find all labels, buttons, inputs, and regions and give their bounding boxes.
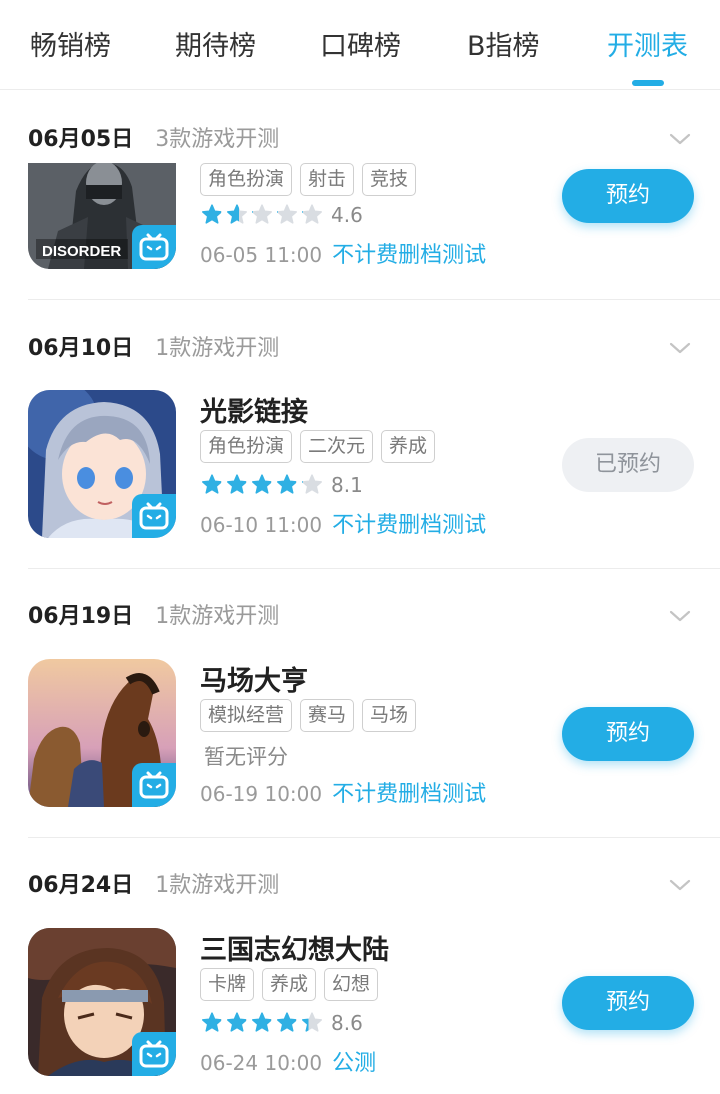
bilibili-badge xyxy=(132,225,176,269)
star-icon xyxy=(202,1012,222,1032)
bilibili-tv-icon xyxy=(139,233,169,261)
section-header: 06月24日 1款游戏开测 xyxy=(28,863,279,903)
test-info: 06-10 11:00 不计费删档测试 xyxy=(200,507,486,539)
game-tag: 养成 xyxy=(381,430,436,463)
bilibili-tv-icon xyxy=(139,771,169,799)
test-type: 不计费删档测试 xyxy=(332,513,487,538)
bilibili-badge xyxy=(132,763,176,807)
game-tag: 角色扮演 xyxy=(200,163,293,196)
star-icon xyxy=(202,474,222,494)
game-tags: 卡牌 养成 幻想 xyxy=(200,968,379,1001)
game-name[interactable]: 三国志幻想大陆 xyxy=(200,928,389,967)
game-tags: 角色扮演 二次元 养成 xyxy=(200,430,436,463)
star-rating: 8.6 xyxy=(200,1011,363,1035)
star-icon xyxy=(277,204,297,224)
star-rating: 4.6 xyxy=(200,203,363,227)
star-icon xyxy=(202,204,222,224)
star-icon xyxy=(277,474,297,494)
divider xyxy=(28,568,720,569)
bilibili-tv-icon xyxy=(139,1040,169,1068)
game-tag: 赛马 xyxy=(300,699,355,732)
section-header: 06月10日 1款游戏开测 xyxy=(28,326,279,366)
rating-score: 8.1 xyxy=(331,473,363,497)
active-tab-indicator xyxy=(632,80,664,86)
game-tag: 竞技 xyxy=(362,163,417,196)
bilibili-badge xyxy=(132,1032,176,1076)
game-tags: 模拟经营 赛马 马场 xyxy=(200,699,417,732)
tab-reputation[interactable]: 口碑榜 xyxy=(320,24,401,63)
bilibili-badge xyxy=(132,494,176,538)
star-icon xyxy=(227,474,247,494)
test-schedule-list[interactable]: 06月05日 3款游戏开测 DISORDER 角色扮演 射击 竞技 4.6 06… xyxy=(0,91,720,1094)
section-date: 06月24日 xyxy=(28,873,134,898)
chevron-down-icon[interactable] xyxy=(668,873,692,897)
section-date: 06月05日 xyxy=(28,127,134,152)
divider xyxy=(28,837,720,838)
warrior-game-icon xyxy=(28,928,176,1076)
game-name[interactable]: 马场大亨 xyxy=(200,659,308,698)
icon-logo-text: DISORDER xyxy=(42,243,122,260)
test-time: 06-10 11:00 xyxy=(200,513,323,537)
tab-b-index[interactable]: B指榜 xyxy=(467,24,540,63)
game-tag: 马场 xyxy=(362,699,417,732)
test-time: 06-19 10:00 xyxy=(200,782,323,806)
chevron-down-icon[interactable] xyxy=(668,336,692,360)
tab-test-schedule[interactable]: 开测表 xyxy=(607,24,688,63)
section-game-count: 1款游戏开测 xyxy=(155,873,280,898)
reserve-button[interactable]: 预约 xyxy=(562,169,694,223)
game-name[interactable]: 光影链接 xyxy=(200,390,308,429)
game-tag: 角色扮演 xyxy=(200,430,293,463)
star-icon xyxy=(302,204,322,224)
test-time: 06-05 11:00 xyxy=(200,243,323,267)
no-rating-text: 暂无评分 xyxy=(204,745,288,769)
star-rating: 8.1 xyxy=(200,473,363,497)
game-tag: 幻想 xyxy=(324,968,379,1001)
tab-bestseller[interactable]: 畅销榜 xyxy=(30,24,111,63)
star-icon xyxy=(302,1012,322,1032)
reserve-button[interactable]: 预约 xyxy=(562,976,694,1030)
game-tags: 角色扮演 射击 竞技 xyxy=(200,163,417,196)
star-icon xyxy=(227,204,247,224)
section-game-count: 1款游戏开测 xyxy=(155,336,280,361)
test-info: 06-05 11:00 不计费删档测试 xyxy=(200,237,486,269)
star-icon xyxy=(227,1012,247,1032)
chevron-down-icon[interactable] xyxy=(668,127,692,151)
game-tag: 卡牌 xyxy=(200,968,255,1001)
rating-score: 8.6 xyxy=(331,1011,363,1035)
tab-anticipated[interactable]: 期待榜 xyxy=(175,24,256,63)
test-time: 06-24 10:00 xyxy=(200,1051,323,1075)
test-info: 06-19 10:00 不计费删档测试 xyxy=(200,776,486,808)
star-icon xyxy=(302,474,322,494)
game-tag: 模拟经营 xyxy=(200,699,293,732)
bilibili-tv-icon xyxy=(139,502,169,530)
star-icon xyxy=(252,204,272,224)
reserved-button[interactable]: 已预约 xyxy=(562,438,694,492)
game-tag: 二次元 xyxy=(300,430,374,463)
game-tag: 养成 xyxy=(262,968,317,1001)
test-type: 公测 xyxy=(332,1051,377,1076)
test-type: 不计费删档测试 xyxy=(332,782,487,807)
section-date: 06月10日 xyxy=(28,336,134,361)
test-info: 06-24 10:00 公测 xyxy=(200,1045,376,1077)
star-icon xyxy=(252,1012,272,1032)
game-tag: 射击 xyxy=(300,163,355,196)
tab-bar: 畅销榜 期待榜 口碑榜 B指榜 开测表 xyxy=(0,0,720,90)
star-icon xyxy=(252,474,272,494)
section-date: 06月19日 xyxy=(28,604,134,629)
section-header: 06月05日 3款游戏开测 xyxy=(28,117,279,157)
horse-game-icon xyxy=(28,659,176,807)
reserve-button[interactable]: 预约 xyxy=(562,707,694,761)
chevron-down-icon[interactable] xyxy=(668,604,692,628)
divider xyxy=(28,299,720,300)
section-header: 06月19日 1款游戏开测 xyxy=(28,594,279,634)
anime-girl-game-icon xyxy=(28,390,176,538)
test-type: 不计费删档测试 xyxy=(332,243,487,268)
rating-score: 4.6 xyxy=(331,203,363,227)
section-game-count: 1款游戏开测 xyxy=(155,604,280,629)
section-game-count: 3款游戏开测 xyxy=(155,127,280,152)
star-icon xyxy=(277,1012,297,1032)
